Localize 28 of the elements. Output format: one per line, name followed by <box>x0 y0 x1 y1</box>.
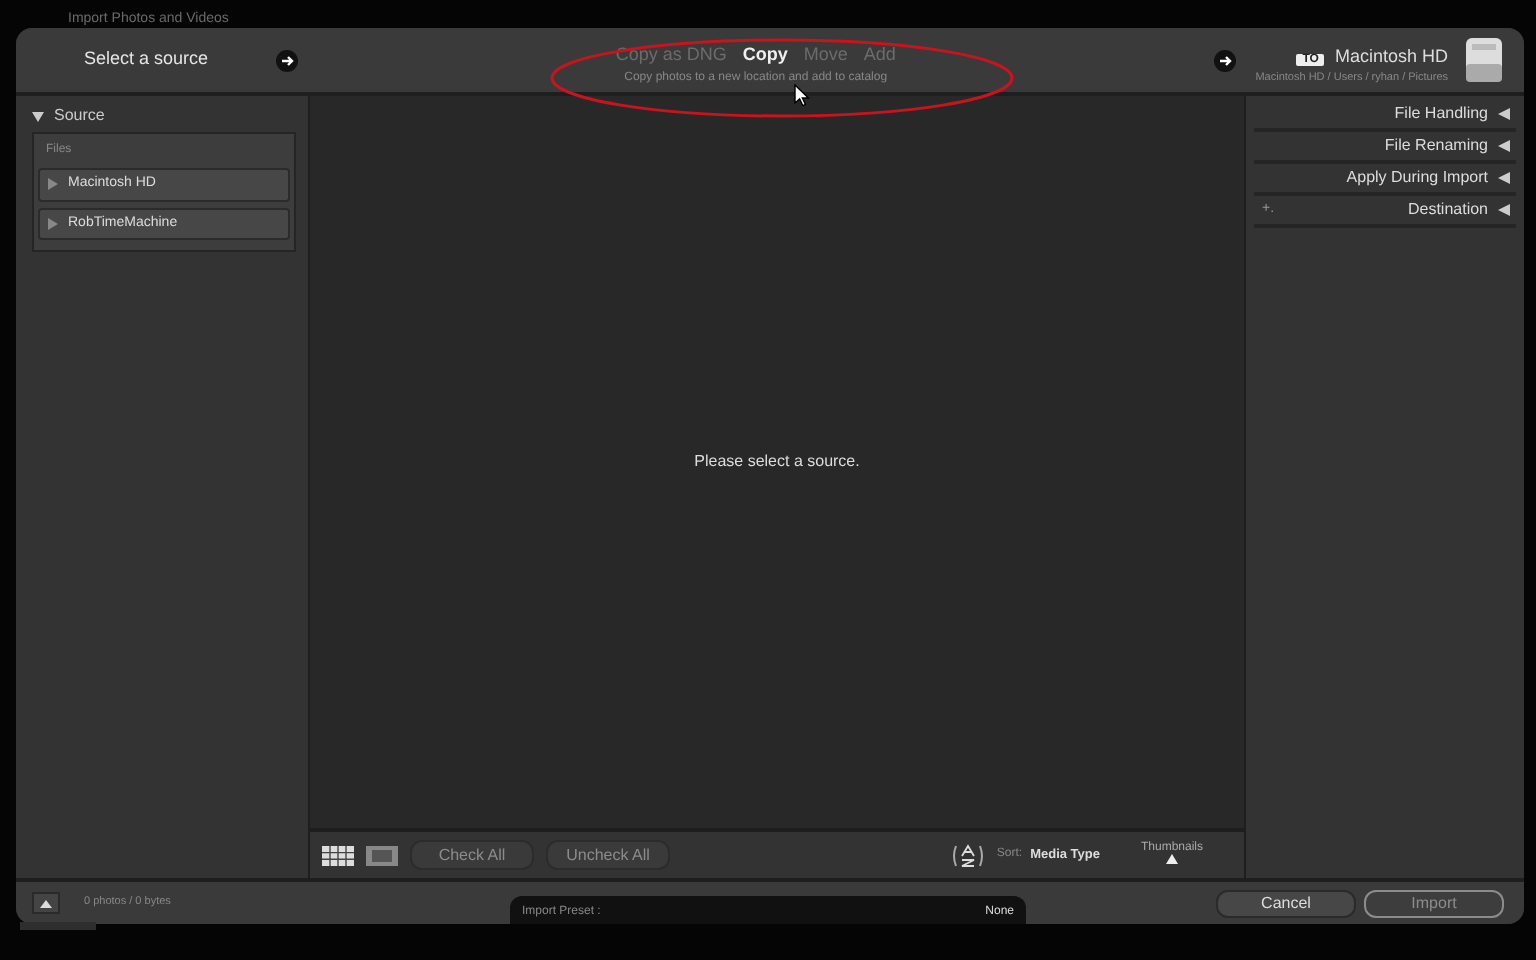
collapse-icon[interactable] <box>1498 108 1510 120</box>
sort-order-icon[interactable] <box>952 843 985 867</box>
collapse-icon[interactable] <box>1498 140 1510 152</box>
grid-view-icon[interactable] <box>322 845 354 865</box>
collapse-icon[interactable] <box>1498 204 1510 216</box>
collapse-icon[interactable] <box>1498 172 1510 184</box>
up-arrow-icon <box>40 899 52 907</box>
drive-icon <box>1464 36 1504 84</box>
empty-message: Please select a source. <box>694 450 860 474</box>
scrollbar[interactable] <box>20 922 96 930</box>
mode-tab[interactable]: Copy <box>742 44 788 64</box>
cancel-button[interactable]: Cancel <box>1216 889 1356 917</box>
slider-thumb-icon[interactable] <box>1166 854 1178 865</box>
arrow-icon[interactable] <box>1213 49 1236 71</box>
source-selector[interactable]: Select a source <box>16 46 276 74</box>
section-header[interactable]: File Renaming <box>1384 134 1488 158</box>
arrow-icon[interactable] <box>276 49 298 71</box>
section-header[interactable]: File Handling <box>1394 102 1488 126</box>
expand-icon <box>48 178 58 190</box>
expand-icon <box>48 217 58 229</box>
section-header[interactable]: Apply During Import <box>1346 166 1488 190</box>
section-header[interactable]: Destination <box>1407 198 1488 222</box>
disclosure-icon[interactable] <box>32 110 44 122</box>
expand-button[interactable] <box>32 892 60 914</box>
panel-title: Source <box>54 104 105 128</box>
loupe-view-icon[interactable] <box>366 845 398 865</box>
destination-selector[interactable]: Macintosh HD <box>1334 46 1448 67</box>
cursor-icon <box>794 84 810 106</box>
